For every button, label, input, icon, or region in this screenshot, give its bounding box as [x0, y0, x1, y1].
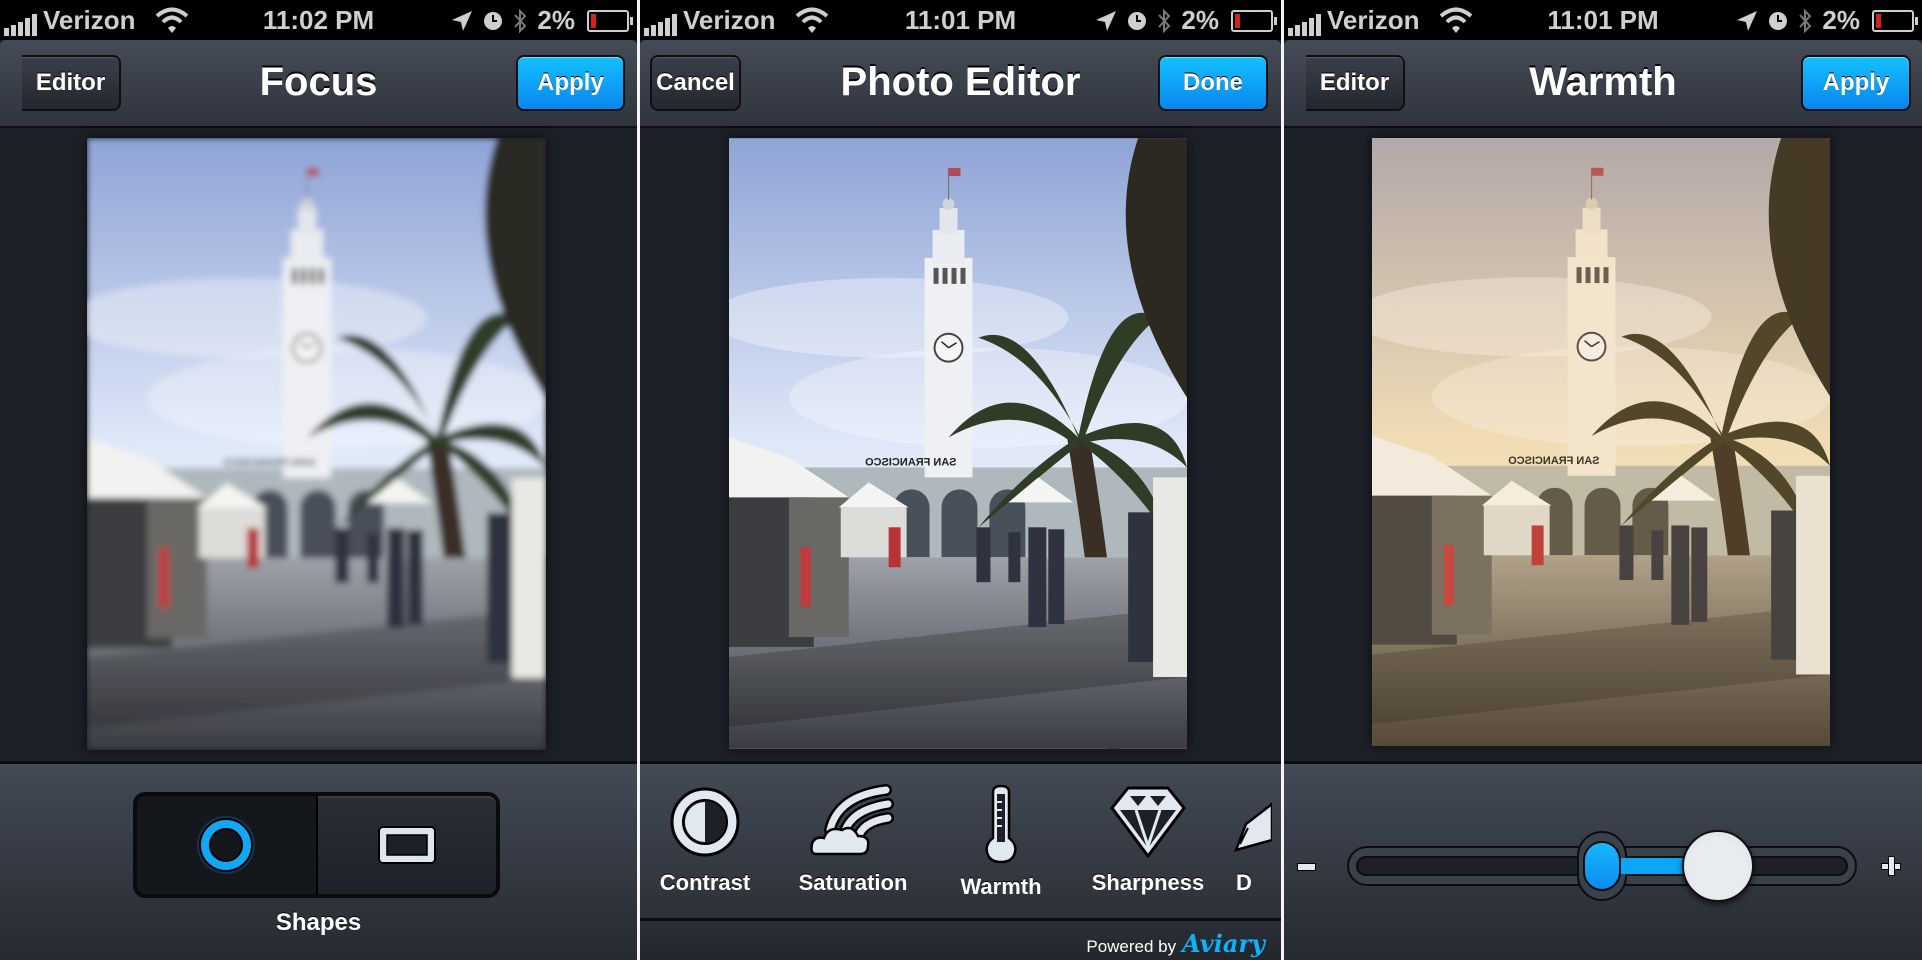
navigation-bar: Editor Warmth Apply — [1284, 40, 1922, 128]
tool-label: Sharpness — [1091, 870, 1205, 895]
tool-strip[interactable]: Contrast Saturation Warmth Sharpness D — [640, 764, 1281, 918]
footer: Powered by Aviary — [640, 918, 1281, 960]
location-arrow-icon — [452, 10, 473, 31]
photo-image: SAN FRANCISCO — [87, 138, 546, 750]
battery-low-icon — [1872, 9, 1918, 32]
status-bar: Verizon 11:01 PM 2% — [1284, 0, 1922, 40]
focus-tool-panel: Shapes — [0, 761, 637, 960]
navigation-bar: Cancel Photo Editor Done — [640, 40, 1281, 128]
minus-icon[interactable] — [1297, 863, 1316, 871]
tool-label: D — [1236, 870, 1252, 895]
done-button[interactable]: Done — [1158, 55, 1268, 111]
powered-by: Powered by Aviary — [1086, 929, 1265, 958]
apply-button[interactable]: Apply — [1801, 55, 1911, 111]
status-right: 2% — [1095, 5, 1277, 36]
tool-sharpness[interactable]: Sharpness — [1083, 784, 1213, 896]
battery-percent: 2% — [1822, 5, 1860, 35]
photo-sign-text: SAN FRANCISCO — [865, 456, 957, 468]
thermometer-icon — [985, 784, 1017, 864]
bluetooth-icon — [1799, 8, 1812, 33]
contrast-icon — [670, 787, 740, 857]
bluetooth-icon — [1158, 8, 1171, 33]
powered-by-text: Powered by — [1086, 937, 1177, 956]
photo-sign-text: SAN FRANCISCO — [223, 457, 315, 469]
battery-low-icon — [587, 9, 633, 32]
alarm-clock-icon — [1128, 11, 1147, 30]
focus-screen: Verizon 11:02 PM 2% Editor Focus Apply S… — [0, 0, 637, 960]
alarm-clock-icon — [484, 11, 503, 30]
photo-preview[interactable]: SAN FRANCISCO — [1372, 138, 1830, 746]
battery-percent: 2% — [1181, 5, 1219, 35]
photo-image: SAN FRANCISCO — [1372, 138, 1830, 746]
saturation-icon — [810, 784, 894, 856]
navigation-bar: Editor Focus Apply — [0, 40, 637, 128]
status-bar: Verizon 11:02 PM 2% — [0, 0, 637, 40]
draw-pencil-icon — [1233, 802, 1272, 852]
warmth-tint — [1372, 138, 1830, 746]
tool-saturation[interactable]: Saturation — [788, 784, 918, 896]
tool-draw[interactable]: D — [1232, 784, 1281, 896]
shapes-segmented-control — [133, 792, 500, 898]
status-bar: Verizon 11:01 PM 2% — [640, 0, 1281, 40]
photo-canvas: SAN FRANCISCO — [1284, 128, 1922, 761]
tool-contrast[interactable]: Contrast — [640, 784, 770, 896]
photo-editor-screen: Verizon 11:01 PM 2% Cancel Photo Editor … — [640, 0, 1281, 960]
rectangle-shape-option[interactable] — [317, 796, 496, 894]
photo-scene: SAN FRANCISCO — [729, 138, 1187, 749]
bluetooth-icon — [514, 8, 527, 33]
slider-zero-marker — [1583, 841, 1621, 891]
shapes-label: Shapes — [275, 909, 362, 936]
tool-label: Warmth — [960, 874, 1042, 899]
warmth-tool-panel — [1284, 761, 1922, 960]
status-right: 2% — [451, 5, 633, 36]
status-right: 2% — [1736, 5, 1918, 36]
location-arrow-icon — [1096, 10, 1117, 31]
photo-canvas: SAN FRANCISCO — [640, 128, 1281, 761]
photo-preview[interactable]: SAN FRANCISCO — [729, 138, 1187, 749]
photo-scene: SAN FRANCISCO — [87, 138, 546, 750]
rectangle-shape-icon — [377, 826, 436, 864]
warmth-screen: Verizon 11:01 PM 2% Editor Warmth Apply — [1284, 0, 1922, 960]
plus-icon[interactable] — [1881, 856, 1901, 876]
circle-shape-icon — [197, 816, 256, 874]
tool-warmth[interactable]: Warmth — [936, 784, 1066, 900]
alarm-clock-icon — [1769, 11, 1788, 30]
photo-canvas: SAN FRANCISCO — [0, 128, 637, 761]
circle-shape-option[interactable] — [137, 796, 318, 894]
apply-button[interactable]: Apply — [516, 55, 625, 111]
photo-image: SAN FRANCISCO — [729, 138, 1187, 749]
warmth-slider-thumb[interactable] — [1681, 830, 1754, 902]
aviary-logo[interactable]: Aviary — [1182, 929, 1265, 958]
editor-toolbar: Contrast Saturation Warmth Sharpness D P… — [640, 761, 1281, 960]
battery-low-icon — [1231, 9, 1277, 32]
location-arrow-icon — [1737, 10, 1758, 31]
battery-percent: 2% — [537, 5, 575, 35]
diamond-icon — [1110, 786, 1186, 858]
tool-label: Saturation — [798, 870, 908, 895]
tool-label: Contrast — [659, 870, 751, 895]
photo-preview[interactable]: SAN FRANCISCO — [87, 138, 546, 750]
